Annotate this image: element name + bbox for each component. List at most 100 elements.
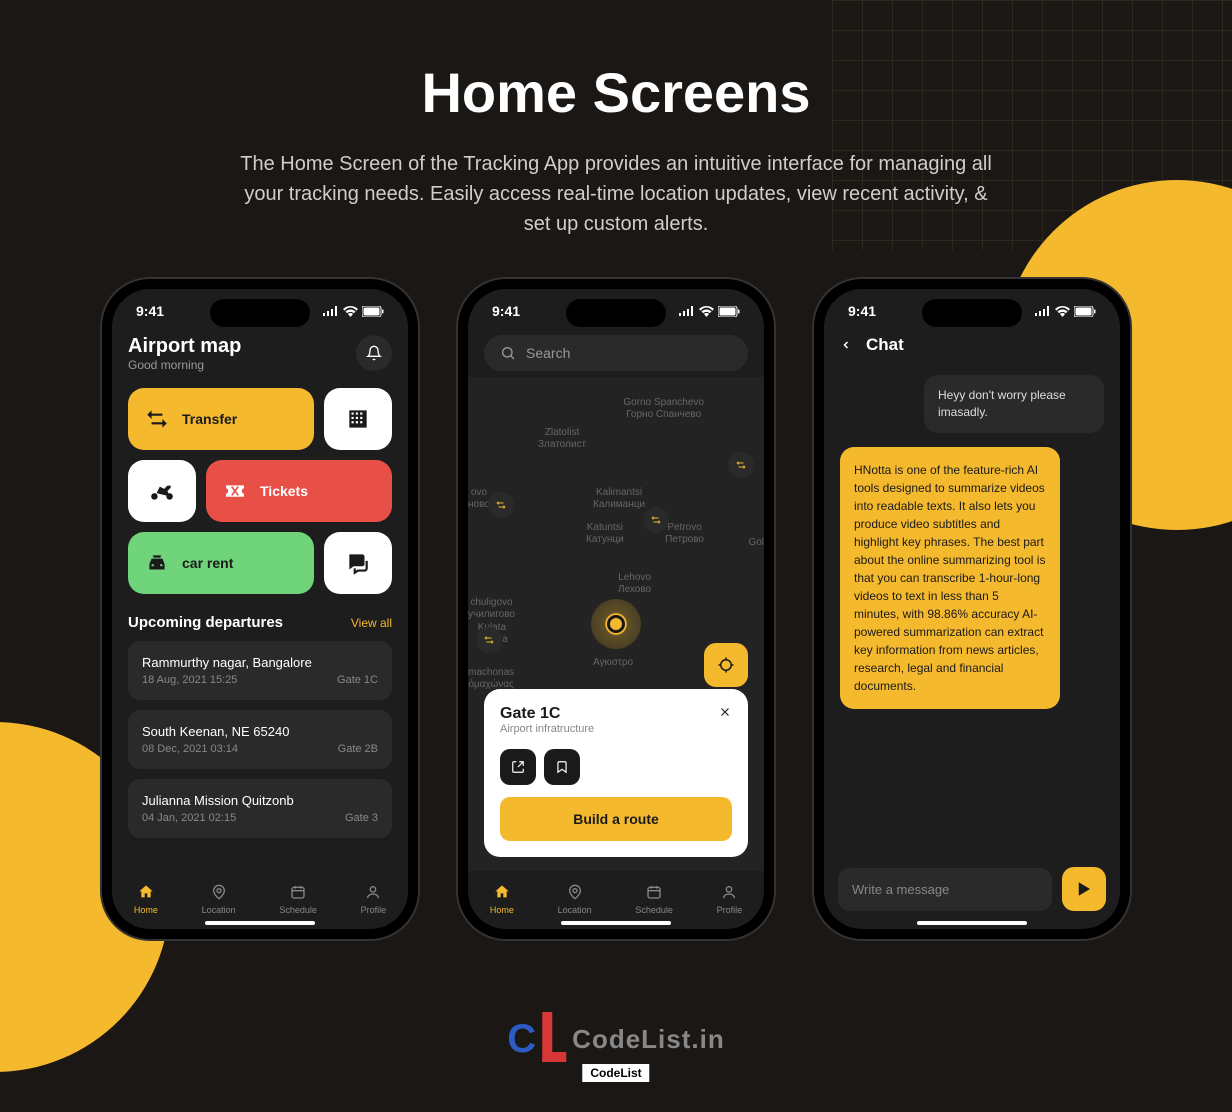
departure-location: Rammurthy nagar, Bangalore — [142, 655, 378, 670]
nav-profile[interactable]: Profile — [361, 883, 387, 915]
map-label: LehovoЛехово — [618, 572, 651, 596]
phone-mockup-2: 9:41 Search Gorno SpanchevoГорно Спанчев… — [458, 279, 774, 939]
transfer-tile[interactable]: Transfer — [128, 388, 314, 450]
home-icon — [493, 883, 511, 901]
close-icon — [718, 705, 732, 719]
battery-icon — [718, 306, 740, 317]
watermark-brand: CodeList.in — [572, 1024, 725, 1055]
map-marker[interactable] — [476, 627, 502, 653]
wifi-icon — [1055, 306, 1070, 317]
map-label: machonasόμαχώνας — [468, 667, 514, 691]
build-route-button[interactable]: Build a route — [500, 797, 732, 841]
departure-gate: Gate 2B — [338, 743, 378, 755]
departure-gate: Gate 1C — [337, 674, 378, 686]
watermark-logo-l — [542, 1012, 566, 1062]
nav-profile[interactable]: Profile — [717, 883, 743, 915]
nav-schedule[interactable]: Schedule — [279, 883, 317, 915]
nav-home[interactable]: Home — [490, 883, 514, 915]
search-input[interactable]: Search — [484, 335, 748, 371]
map-marker[interactable] — [488, 492, 514, 518]
status-icons — [1035, 306, 1096, 317]
dynamic-island — [566, 299, 666, 327]
message-input[interactable]: Write a message — [838, 868, 1052, 911]
home-indicator — [917, 921, 1027, 925]
status-time: 9:41 — [848, 303, 876, 319]
watermark-logo-c: C — [507, 1017, 536, 1062]
input-placeholder: Write a message — [852, 882, 949, 897]
location-icon — [210, 883, 228, 901]
nav-home[interactable]: Home — [134, 883, 158, 915]
map-label: PetrovoПетрово — [665, 522, 704, 546]
departure-date: 04 Jan, 2021 02:15 — [142, 812, 236, 824]
tickets-tile[interactable]: Tickets — [206, 460, 392, 522]
departure-location: South Keenan, NE 65240 — [142, 724, 378, 739]
battery-icon — [1074, 306, 1096, 317]
departure-date: 18 Aug, 2021 15:25 — [142, 674, 237, 686]
bell-icon — [366, 345, 382, 361]
map-marker[interactable] — [728, 452, 754, 478]
ticket-icon — [222, 478, 248, 504]
chevron-left-icon — [840, 336, 852, 354]
section-title: Upcoming departures — [128, 614, 283, 631]
crosshair-icon — [717, 656, 735, 674]
page-description: The Home Screen of the Tracking App prov… — [236, 149, 996, 239]
page-header: Home Screens The Home Screen of the Trac… — [0, 0, 1232, 239]
motorcycle-tile[interactable] — [128, 460, 196, 522]
map-label: chuligovoучилигово — [468, 597, 515, 621]
watermark: C CodeList.in CodeList — [507, 1017, 724, 1082]
view-all-link[interactable]: View all — [351, 616, 392, 630]
map-label: Αγκιστρο — [593, 657, 633, 669]
chat-title: Chat — [866, 335, 904, 355]
search-icon — [500, 345, 516, 361]
chat-tile[interactable] — [324, 532, 392, 594]
carrent-tile[interactable]: car rent — [128, 532, 314, 594]
bookmark-button[interactable] — [544, 749, 580, 785]
chat-icon — [345, 550, 371, 576]
gate-title: Gate 1C — [500, 705, 560, 723]
external-link-icon — [511, 760, 525, 774]
share-button[interactable] — [500, 749, 536, 785]
phone-mockup-1: 9:41 Airport map Good morning — [102, 279, 418, 939]
location-icon — [566, 883, 584, 901]
departure-card[interactable]: South Keenan, NE 65240 08 Dec, 2021 03:1… — [128, 710, 392, 769]
transfer-icon — [144, 406, 170, 432]
departure-card[interactable]: Rammurthy nagar, Bangalore 18 Aug, 2021 … — [128, 641, 392, 700]
close-button[interactable] — [718, 705, 732, 719]
signal-icon — [679, 306, 695, 316]
status-time: 9:41 — [136, 303, 164, 319]
notification-button[interactable] — [356, 335, 392, 371]
gate-subtitle: Airport infratructure — [500, 723, 732, 735]
building-tile[interactable] — [324, 388, 392, 450]
calendar-icon — [289, 883, 307, 901]
screen-title: Airport map — [128, 335, 241, 358]
bookmark-icon — [555, 760, 569, 774]
greeting-text: Good morning — [128, 358, 241, 372]
map-label: KatuntsiКатунци — [586, 522, 624, 546]
status-icons — [679, 306, 740, 317]
sent-message: HNotta is one of the feature-rich AI too… — [840, 447, 1060, 709]
page-title: Home Screens — [0, 60, 1232, 125]
nav-location[interactable]: Location — [558, 883, 592, 915]
departure-gate: Gate 3 — [345, 812, 378, 824]
map-marker[interactable] — [643, 507, 669, 533]
back-button[interactable] — [840, 336, 852, 354]
home-indicator — [561, 921, 671, 925]
dynamic-island — [210, 299, 310, 327]
departure-card[interactable]: Julianna Mission Quitzonb 04 Jan, 2021 0… — [128, 779, 392, 838]
send-button[interactable] — [1062, 867, 1106, 911]
received-message: Heyy don't worry please imasadly. — [924, 375, 1104, 433]
map-label: ZlatolistЗлатолист — [538, 427, 586, 451]
phone-mockup-3: 9:41 Chat Heyy don't worry please imasad… — [814, 279, 1130, 939]
gate-info-card: Gate 1C Airport infratructure Build a ro… — [484, 689, 748, 857]
status-icons — [323, 306, 384, 317]
status-time: 9:41 — [492, 303, 520, 319]
nav-location[interactable]: Location — [202, 883, 236, 915]
wifi-icon — [699, 306, 714, 317]
dynamic-island — [922, 299, 1022, 327]
watermark-sub: CodeList — [582, 1064, 649, 1082]
nav-schedule[interactable]: Schedule — [635, 883, 673, 915]
locate-button[interactable] — [704, 643, 748, 687]
signal-icon — [1035, 306, 1051, 316]
motorcycle-icon — [149, 478, 175, 504]
departure-date: 08 Dec, 2021 03:14 — [142, 743, 238, 755]
